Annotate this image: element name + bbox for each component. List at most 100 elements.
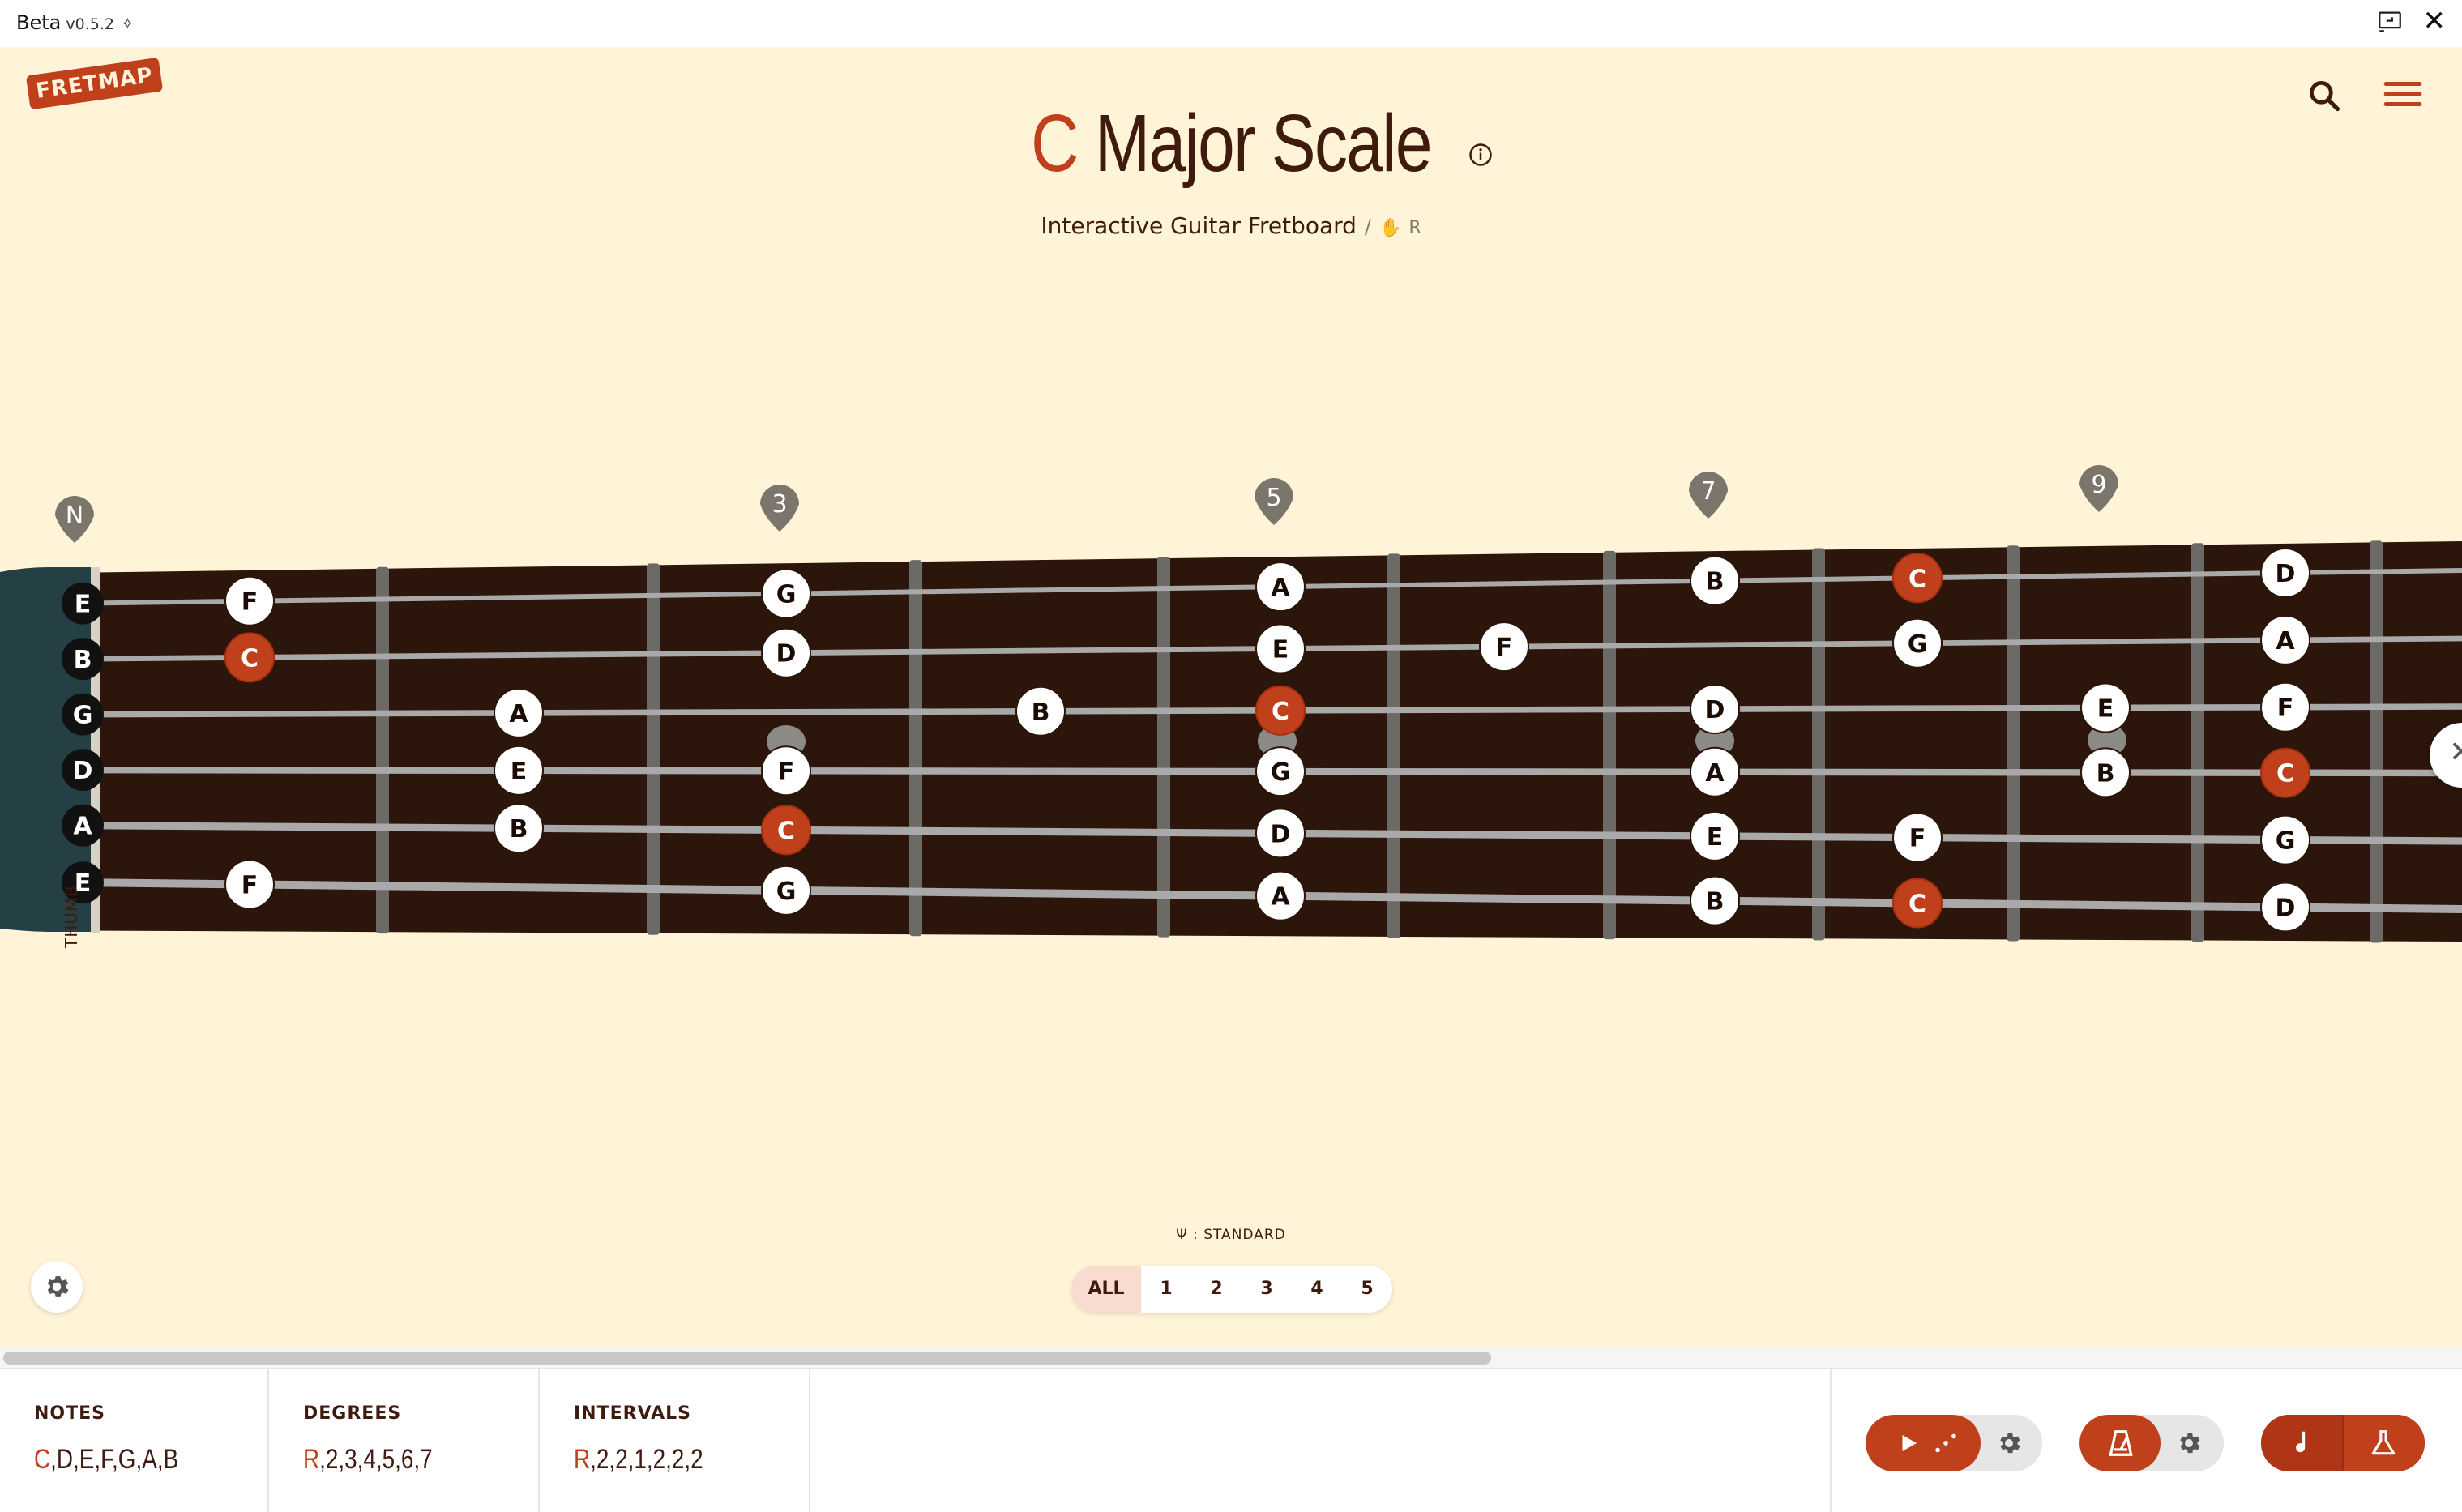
notes-heading: NOTES <box>34 1403 105 1424</box>
title-root-note: C <box>1031 98 1079 189</box>
settings-button[interactable] <box>31 1261 83 1313</box>
metronome-button[interactable] <box>2079 1415 2161 1471</box>
notes-value: C,D,E,F,G,A,B <box>34 1444 178 1476</box>
fretboard-note-label: B <box>1032 698 1050 727</box>
open-string-label: G <box>73 702 93 730</box>
fretboard-note-label: A <box>1271 883 1290 912</box>
fret-wire <box>909 560 922 937</box>
fretboard-note-label: F <box>241 871 259 899</box>
fretboard-note-label: D <box>776 640 797 668</box>
close-icon[interactable]: ✕ <box>2423 5 2447 37</box>
fretboard-note-label: B <box>2097 759 2115 788</box>
fretboard-note-label: C <box>1908 565 1926 593</box>
open-string-label: E <box>75 591 92 619</box>
window-titlebar: Beta v0.5.2 ✧ ✕ <box>0 0 2462 47</box>
panel-divider <box>1828 1369 1832 1512</box>
fretboard-note-label: F <box>241 588 259 617</box>
hamburger-menu-icon[interactable] <box>2383 78 2423 110</box>
fret-wire <box>1812 548 1825 941</box>
version-label: v0.5.2 <box>66 15 114 33</box>
play-settings-icon[interactable] <box>1995 1429 2023 1457</box>
position-2-button[interactable]: 2 <box>1191 1266 1242 1313</box>
intervals-heading: INTERVALS <box>574 1403 691 1424</box>
fretboard-note-label: F <box>1909 825 1926 853</box>
fret-marker-label: 3 <box>772 490 787 519</box>
fret-wire <box>2007 545 2020 942</box>
fretboard-note-label: B <box>1706 568 1725 596</box>
notes-column: NOTES C,D,E,F,G,A,B <box>0 1369 269 1512</box>
app-version: Beta v0.5.2 ✧ <box>16 11 135 34</box>
play-button[interactable] <box>1866 1415 1981 1471</box>
fretboard-note-label: A <box>1271 574 1290 602</box>
mode-control <box>2261 1415 2425 1471</box>
open-string-label: D <box>73 757 93 785</box>
hand-icon[interactable]: ✋ <box>1379 218 1401 238</box>
hand-label[interactable]: R <box>1408 218 1421 238</box>
metronome-control <box>2079 1415 2224 1471</box>
notes-rest: ,D,E,F,G,A,B <box>50 1444 179 1475</box>
title-scale-name: Major Scale <box>1094 98 1433 189</box>
note-mode-button[interactable] <box>2261 1415 2344 1471</box>
cast-icon[interactable] <box>2376 8 2404 36</box>
fret-wire <box>1603 550 1616 940</box>
fretboard-note-label: D <box>2276 560 2296 588</box>
lab-mode-button[interactable] <box>2344 1415 2425 1471</box>
search-icon[interactable] <box>2306 78 2342 113</box>
position-1-button[interactable]: 1 <box>1141 1266 1191 1313</box>
fretboard-note-label: C <box>1272 698 1289 726</box>
fretboard-note-label: E <box>2097 694 2114 723</box>
music-note-icon <box>2296 1431 2306 1453</box>
position-all-button[interactable]: ALL <box>1071 1266 1141 1313</box>
fretboard-note-label: F <box>778 758 795 786</box>
position-5-button[interactable]: 5 <box>1342 1266 1392 1313</box>
degrees-column: DEGREES R,2,3,4,5,6,7 <box>269 1369 540 1512</box>
intervals-column: INTERVALS R,2,2,1,2,2,2 <box>540 1369 810 1512</box>
position-selector: ALL 1 2 3 4 5 <box>1071 1266 1392 1313</box>
fretboard[interactable]: N 3 5 7 9EBGDAEF G A B C DC D E F G AA B C D E FE F G A B CB C D E F… <box>0 454 2462 1005</box>
tuning-label[interactable]: Ψ : STANDARD <box>0 1227 2462 1243</box>
fret-wire <box>2370 540 2383 943</box>
fretboard-note-label: A <box>509 700 528 728</box>
metronome-icon <box>2109 1430 2133 1456</box>
fretboard-note-label: G <box>1908 630 1928 659</box>
fretboard-note-label: B <box>1706 888 1725 916</box>
gear-icon <box>47 1276 69 1297</box>
intervals-value: R,2,2,1,2,2,2 <box>574 1444 703 1476</box>
fretboard-note-label: G <box>776 581 797 609</box>
metronome-settings-icon[interactable] <box>2175 1429 2203 1457</box>
fretboard-note-label: D <box>2276 895 2296 923</box>
position-3-button[interactable]: 3 <box>1242 1266 1292 1313</box>
fretboard-note-label: C <box>1908 890 1926 918</box>
fret-wire <box>376 566 389 934</box>
fretboard-note-label: C <box>2276 760 2294 788</box>
fret-wire <box>1157 557 1170 938</box>
subtitle-text: Interactive Guitar Fretboard <box>1041 212 1357 239</box>
scrollbar-thumb[interactable] <box>3 1352 1491 1365</box>
fretboard-note-label: G <box>1271 758 1291 787</box>
fret-marker-label: N <box>66 502 83 530</box>
intervals-rest: ,2,2,1,2,2,2 <box>590 1444 703 1475</box>
fretboard-note-label: A <box>1705 759 1725 788</box>
thumb-label: THUMB <box>62 885 81 948</box>
sparkle-icon: ✧ <box>120 14 135 33</box>
fretboard-note-label: C <box>241 644 259 673</box>
info-icon[interactable] <box>1468 143 1493 167</box>
fretboard-note-label: G <box>776 878 797 906</box>
fretboard-note-label: C <box>777 817 795 845</box>
subtitle-separator: / <box>1364 216 1371 238</box>
fretboard-note-label: E <box>1707 823 1724 852</box>
play-icon <box>1902 1435 1917 1451</box>
fretboard-note-label: E <box>511 758 528 786</box>
fretboard-note-label: D <box>1705 696 1725 724</box>
flask-icon <box>2371 1430 2396 1455</box>
intervals-root: R <box>574 1444 591 1475</box>
fret-wire <box>647 563 660 935</box>
fret-marker-label: 9 <box>2091 471 2106 499</box>
app-root: Beta v0.5.2 ✧ ✕ FRETMAP C Major Scale Inte… <box>0 0 2462 1512</box>
position-4-button[interactable]: 4 <box>1292 1266 1342 1313</box>
fretboard-note-label: D <box>1271 820 1291 848</box>
degrees-root: R <box>303 1444 320 1475</box>
degrees-rest: ,2,3,4,5,6,7 <box>319 1444 433 1475</box>
fretboard-note-label: G <box>2276 827 2296 856</box>
notes-root: C <box>34 1444 51 1475</box>
